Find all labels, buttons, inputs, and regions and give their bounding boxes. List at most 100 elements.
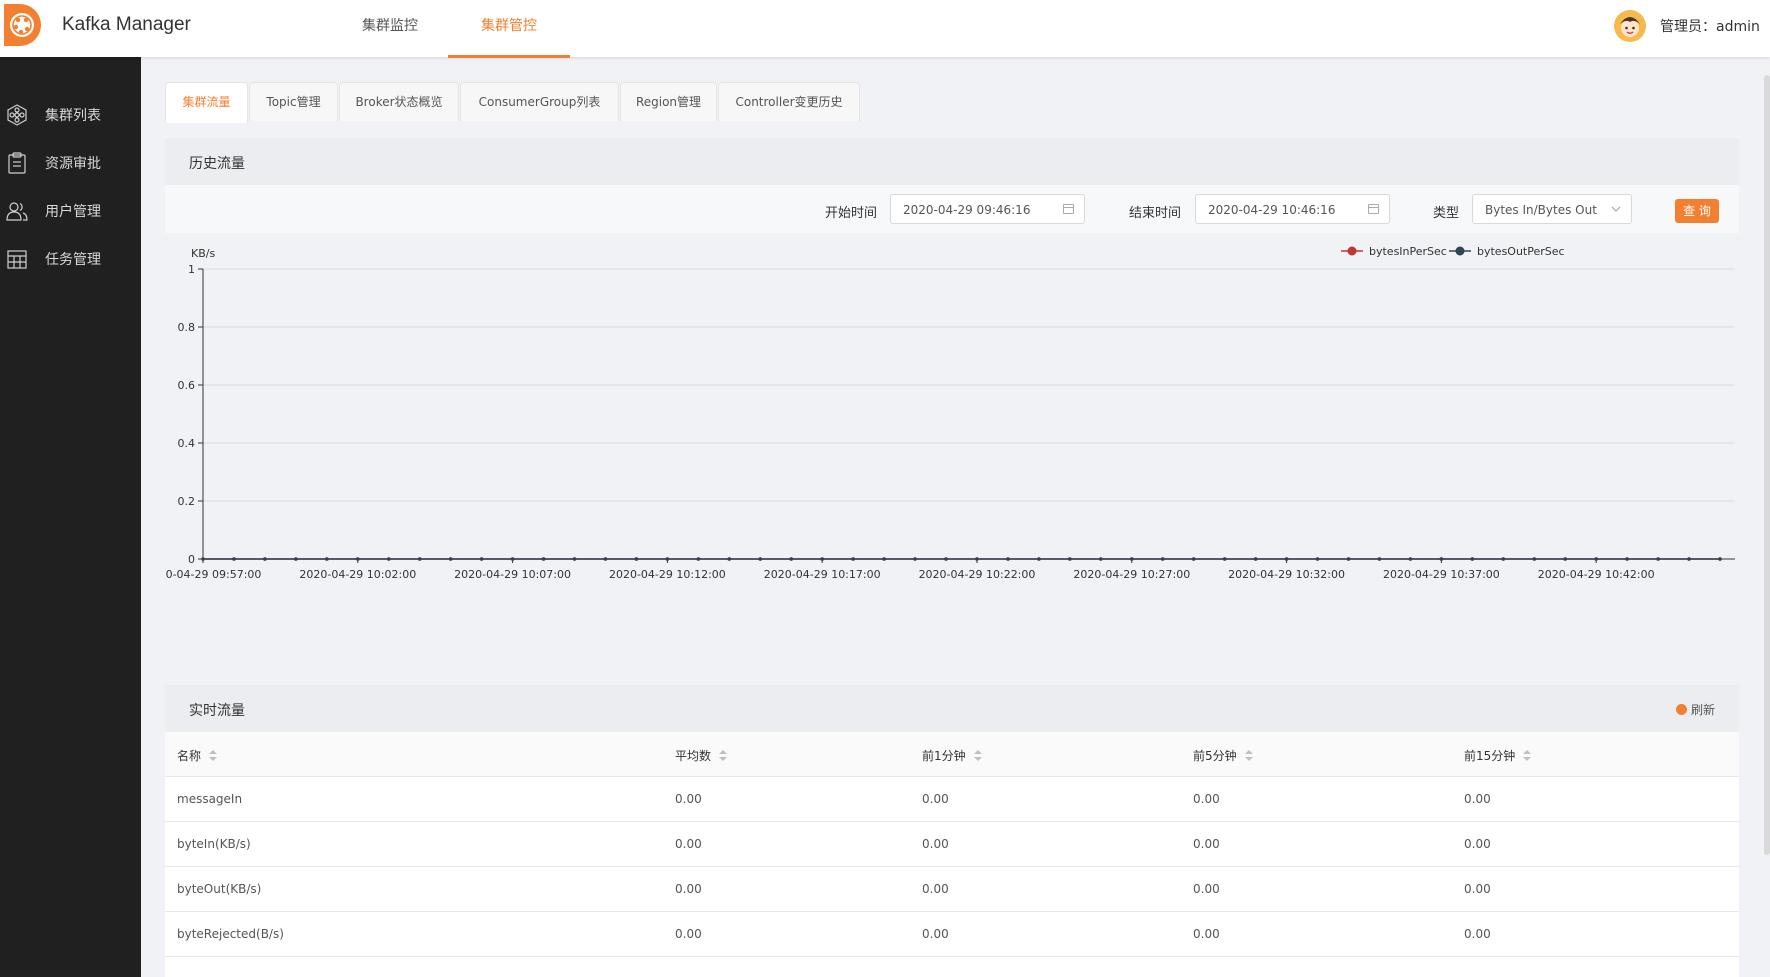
tab-region-management[interactable]: Region管理 <box>620 82 717 121</box>
task-table-icon <box>7 250 27 269</box>
data-point <box>572 557 577 561</box>
users-icon <box>6 202 28 221</box>
type-label: 类型 <box>1433 206 1460 221</box>
data-point <box>1377 557 1382 561</box>
app-title: Kafka Manager <box>62 14 191 35</box>
table-cell: 0.00 <box>1193 792 1220 806</box>
main-content: 集群流量 Topic管理 Broker状态概览 ConsumerGroup列表 … <box>141 57 1770 977</box>
tab-topic-management[interactable]: Topic管理 <box>249 82 338 121</box>
sidebar-item-task-management[interactable]: 任务管理 <box>0 236 141 280</box>
type-select-value: Bytes In/Bytes Out <box>1485 203 1597 217</box>
data-point <box>1439 557 1444 561</box>
end-time-picker[interactable]: 2020-04-29 10:46:16 <box>1195 194 1390 224</box>
data-point <box>1625 557 1629 561</box>
avatar[interactable] <box>1614 10 1646 42</box>
column-header-avg[interactable]: 平均数 <box>675 747 728 764</box>
realtime-panel-header: 实时流量 刷新 <box>165 685 1739 732</box>
y-tick-label: 1 <box>188 263 195 276</box>
tab-consumer-group-list[interactable]: ConsumerGroup列表 <box>460 82 619 121</box>
column-header-15min[interactable]: 前15分钟 <box>1464 747 1532 764</box>
sort-icon[interactable] <box>1244 750 1253 762</box>
data-point <box>541 557 546 561</box>
data-point <box>1068 557 1072 561</box>
data-point <box>634 557 639 561</box>
data-point <box>1006 557 1010 561</box>
legend-marker <box>1455 246 1465 256</box>
data-point <box>1687 557 1691 561</box>
table-cell: 0.00 <box>675 882 702 896</box>
table-row: byteRejected(B/s) 0.00 0.00 0.00 0.00 <box>165 912 1739 957</box>
table-row: messageIn 0.00 0.00 0.00 0.00 <box>165 777 1739 822</box>
sidebar-item-label: 用户管理 <box>45 204 101 220</box>
x-tick-label: 2020-04-29 09:57:00 <box>165 568 261 581</box>
data-point <box>1656 557 1660 561</box>
refresh-button[interactable]: 刷新 <box>1675 701 1715 718</box>
data-point <box>1129 557 1134 561</box>
type-select[interactable]: Bytes In/Bytes Out <box>1472 194 1632 224</box>
data-point <box>1501 557 1506 561</box>
table-row: byteIn(KB/s) 0.00 0.00 0.00 0.00 <box>165 822 1739 867</box>
legend-label: bytesInPerSec <box>1369 245 1447 258</box>
sidebar-item-user-management[interactable]: 用户管理 <box>0 188 141 232</box>
data-point <box>417 557 422 561</box>
data-point <box>1253 557 1258 561</box>
table-cell: 0.00 <box>1464 837 1491 851</box>
x-tick-label: 2020-04-29 10:42:00 <box>1538 568 1655 581</box>
table-cell: messageIn <box>177 792 243 806</box>
history-traffic-panel: 历史流量 开始时间 2020-04-29 09:46:16 结束时间 2020-… <box>145 138 1739 653</box>
data-point <box>882 557 886 561</box>
top-header: Kafka Manager 集群监控 集群管控 管理员：admin <box>0 0 1770 58</box>
sidebar-item-resource-approval[interactable]: 资源审批 <box>0 140 141 184</box>
sidebar-item-cluster-list[interactable]: 集群列表 <box>0 92 141 136</box>
sort-icon[interactable] <box>1523 750 1532 762</box>
data-point <box>975 557 979 561</box>
end-time-label: 结束时间 <box>1129 206 1182 221</box>
start-time-picker[interactable]: 2020-04-29 09:46:16 <box>890 194 1085 224</box>
data-point <box>665 557 670 561</box>
table-cell: 0.00 <box>675 792 702 806</box>
sort-icon[interactable] <box>973 750 982 762</box>
history-panel-header: 历史流量 <box>165 138 1739 185</box>
table-cell: 0.00 <box>1193 927 1220 941</box>
column-header-5min[interactable]: 前5分钟 <box>1193 747 1253 764</box>
realtime-traffic-panel: 实时流量 刷新 名称 平均数 前1分钟 前5分钟 前15分钟 messageIn… <box>165 685 1739 977</box>
nav-cluster-monitor[interactable]: 集群监控 <box>350 0 430 55</box>
user-label[interactable]: 管理员：admin <box>1660 16 1760 36</box>
data-point <box>1408 557 1413 561</box>
tab-controller-history[interactable]: Controller变更历史 <box>718 82 860 121</box>
vertical-scrollbar[interactable] <box>1764 75 1770 855</box>
query-button[interactable]: 查 询 <box>1675 199 1719 223</box>
column-header-label: 前5分钟 <box>1193 749 1237 763</box>
y-axis-label: KB/s <box>191 247 215 260</box>
refresh-label: 刷新 <box>1690 703 1715 717</box>
app-logo-icon[interactable] <box>0 0 44 50</box>
sidebar-item-label: 资源审批 <box>45 156 101 172</box>
tab-cluster-traffic[interactable]: 集群流量 <box>165 82 248 123</box>
sort-icon[interactable] <box>719 750 728 762</box>
history-traffic-chart: KB/s 0 0.2 0.4 0.6 0.8 1 2020-04-29 09:57:00 202… <box>145 233 1739 653</box>
nav-cluster-control[interactable]: 集群管控 <box>448 0 570 58</box>
table-cell: byteIn(KB/s) <box>177 837 251 851</box>
table-cell: 0.00 <box>675 927 702 941</box>
table-cell: 0.00 <box>922 792 949 806</box>
user-avatar-icon <box>1614 10 1646 42</box>
data-point <box>1532 557 1537 561</box>
sort-icon[interactable] <box>209 750 218 762</box>
x-tick-label: 2020-04-29 10:12:00 <box>609 568 726 581</box>
data-point <box>1346 557 1351 561</box>
data-point <box>1284 557 1289 561</box>
tab-broker-overview[interactable]: Broker状态概览 <box>339 82 459 121</box>
data-point <box>325 557 329 561</box>
data-point <box>1222 557 1227 561</box>
legend-label: bytesOutPerSec <box>1477 245 1565 258</box>
column-header-name[interactable]: 名称 <box>177 747 218 764</box>
x-tick-label: 2020-04-29 10:27:00 <box>1073 568 1190 581</box>
column-header-1min[interactable]: 前1分钟 <box>922 747 982 764</box>
table-cell: byteRejected(B/s) <box>177 927 284 941</box>
calendar-icon <box>1063 204 1074 214</box>
table-cell: byteOut(KB/s) <box>177 882 262 896</box>
data-point <box>1718 557 1722 561</box>
history-filter-bar: 开始时间 2020-04-29 09:46:16 结束时间 2020-04-29… <box>165 185 1739 233</box>
data-point <box>294 557 298 561</box>
data-point <box>1191 557 1196 561</box>
